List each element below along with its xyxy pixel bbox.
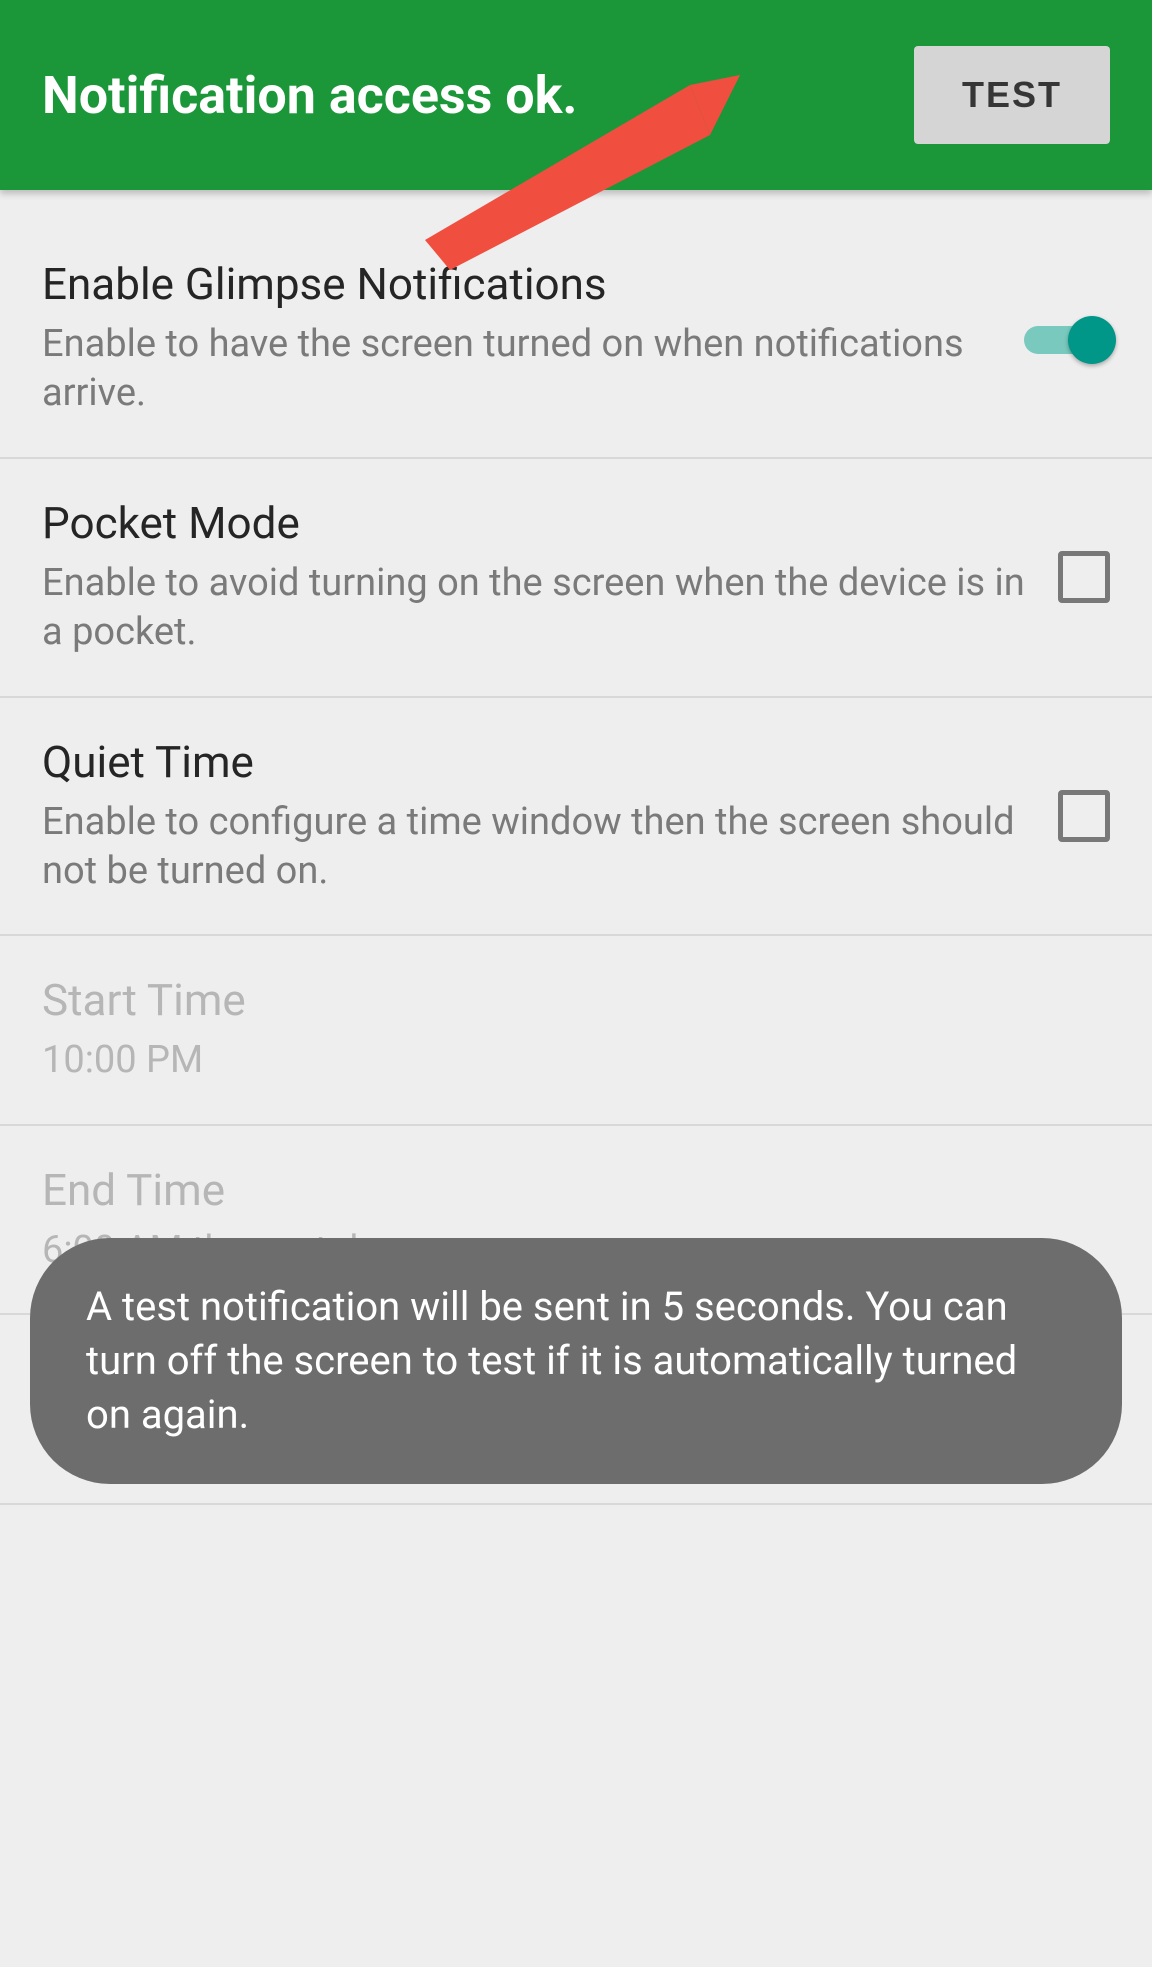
enable-glimpse-toggle[interactable] [1024,316,1110,360]
setting-title: End Time [42,1164,1080,1216]
setting-enable-glimpse[interactable]: Enable Glimpse Notifications Enable to h… [0,220,1152,459]
quiet-time-checkbox[interactable] [1058,790,1110,842]
setting-title: Quiet Time [42,736,1028,788]
setting-text: Quiet Time Enable to configure a time wi… [42,736,1058,897]
setting-text: Pocket Mode Enable to avoid turning on t… [42,497,1058,658]
setting-title: Enable Glimpse Notifications [42,258,994,310]
setting-desc: Enable to have the screen turned on when… [42,320,994,419]
pocket-mode-checkbox[interactable] [1058,551,1110,603]
setting-desc: Enable to configure a time window then t… [42,798,1028,897]
setting-pocket-mode[interactable]: Pocket Mode Enable to avoid turning on t… [0,459,1152,698]
setting-title: Pocket Mode [42,497,1028,549]
switch-thumb [1068,316,1116,364]
header-title: Notification access ok. [42,65,577,126]
setting-title: Start Time [42,974,1080,1026]
setting-desc: 10:00 PM [42,1036,1080,1085]
header-bar: Notification access ok. TEST [0,0,1152,190]
setting-text: Enable Glimpse Notifications Enable to h… [42,258,1024,419]
test-button[interactable]: TEST [914,46,1110,144]
setting-desc: Enable to avoid turning on the screen wh… [42,559,1028,658]
setting-start-time: Start Time 10:00 PM [0,936,1152,1125]
toast-message: A test notification will be sent in 5 se… [30,1238,1122,1484]
setting-quiet-time[interactable]: Quiet Time Enable to configure a time wi… [0,698,1152,937]
setting-text: Start Time 10:00 PM [42,974,1110,1085]
